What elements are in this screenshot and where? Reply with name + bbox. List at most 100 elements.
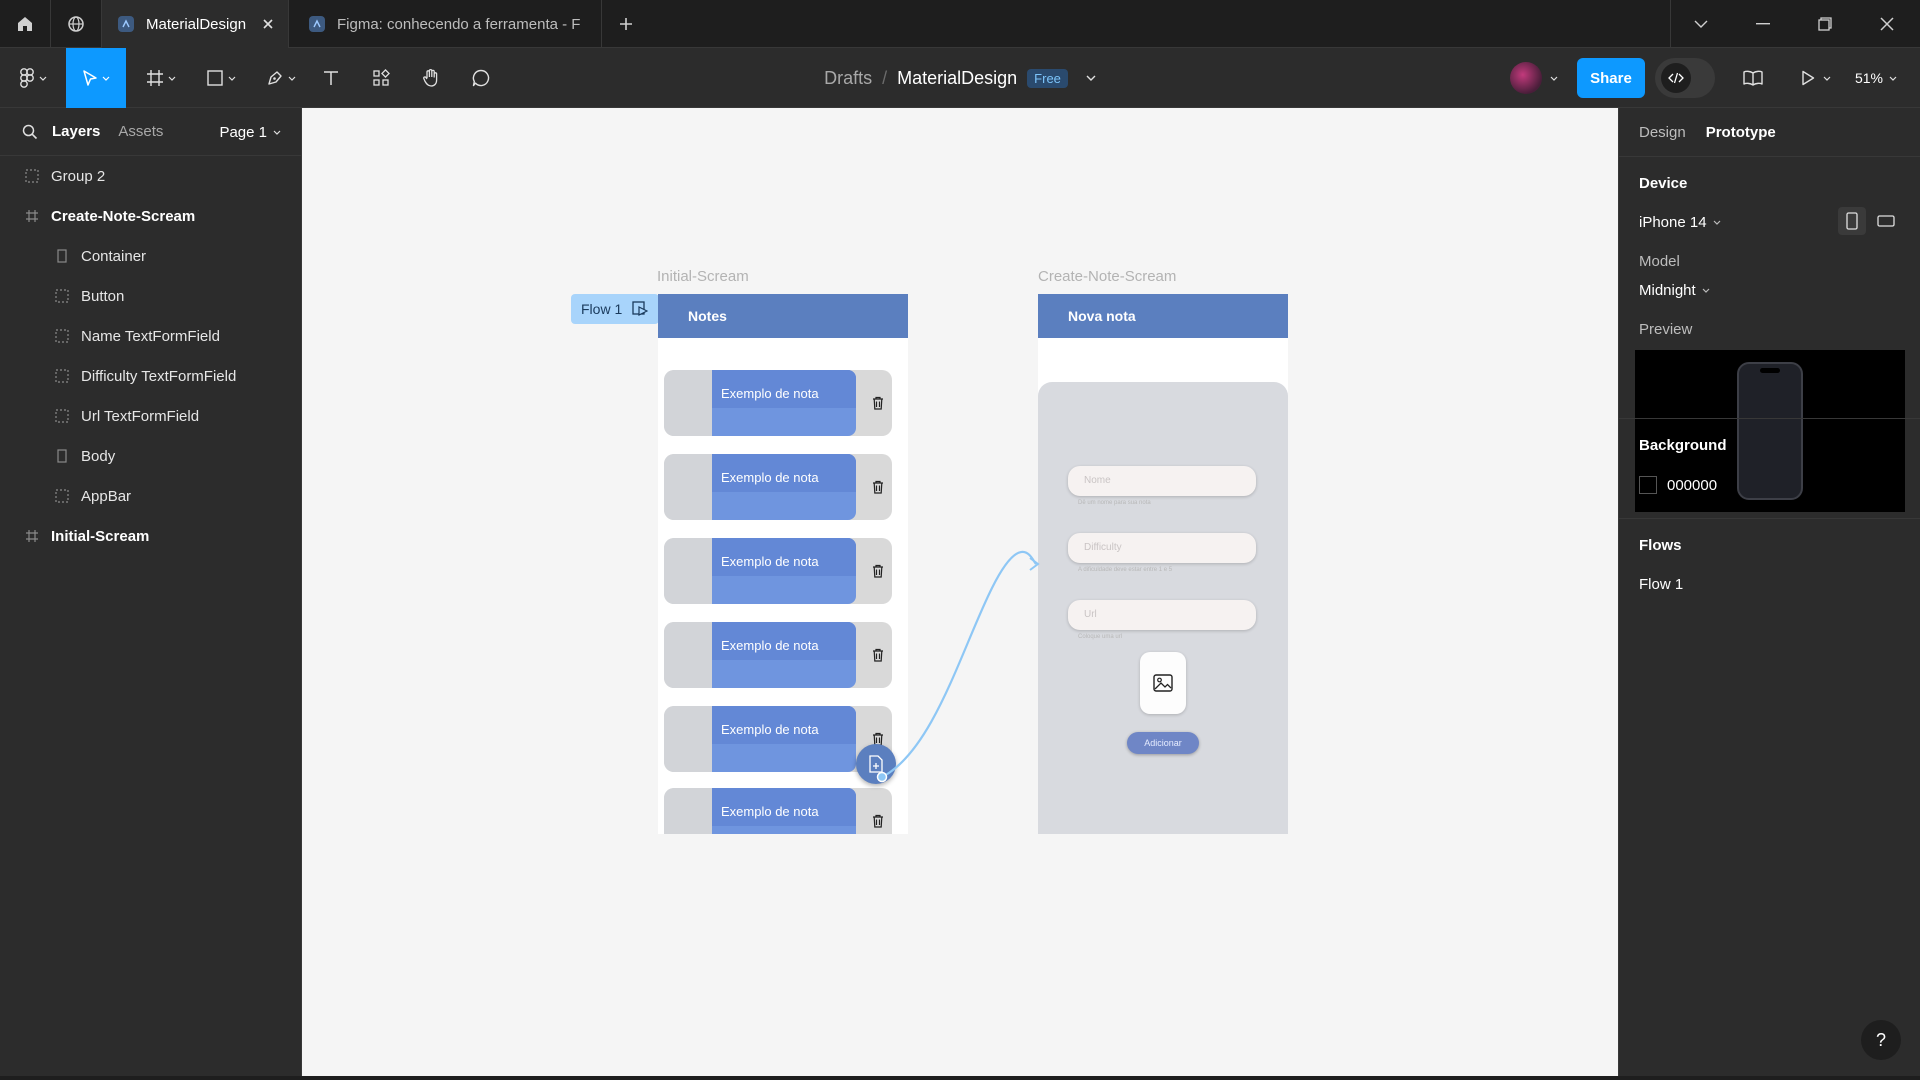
file-name[interactable]: MaterialDesign: [897, 68, 1017, 89]
toolbar: Drafts / MaterialDesign Free Share 51%: [0, 48, 1920, 108]
restore-icon: [1818, 17, 1832, 31]
chevron-down-icon: [1889, 76, 1897, 81]
portrait-icon: [1846, 212, 1858, 230]
tab-design[interactable]: Design: [1639, 124, 1686, 141]
close-icon: [1880, 17, 1894, 31]
group-icon: [54, 408, 70, 424]
cursor-icon: [83, 70, 97, 86]
plan-badge[interactable]: Free: [1027, 68, 1068, 88]
hand-icon: [423, 69, 438, 87]
device-section: Device iPhone 14 Model Midnight Preview: [1619, 156, 1920, 512]
chevron-down-icon: [228, 76, 236, 81]
code-icon: [1661, 63, 1691, 93]
layer-button[interactable]: Button: [0, 276, 301, 316]
flow-item[interactable]: Flow 1: [1639, 576, 1900, 593]
tab-assets[interactable]: Assets: [118, 123, 163, 140]
layer-url-textformfield[interactable]: Url TextFormField: [0, 396, 301, 436]
model-select[interactable]: Midnight: [1639, 282, 1900, 299]
components-icon: [373, 69, 390, 86]
restore-button[interactable]: [1794, 0, 1856, 48]
layer-appbar[interactable]: AppBar: [0, 476, 301, 516]
chevron-down-icon: [168, 76, 176, 81]
layer-difficulty-textformfield[interactable]: Difficulty TextFormField: [0, 356, 301, 396]
move-tool-button[interactable]: [66, 48, 126, 108]
figma-file-icon: [118, 16, 134, 32]
layer-body[interactable]: Body: [0, 436, 301, 476]
layers-panel-tabs: Layers Assets Page 1: [0, 108, 301, 156]
landscape-button[interactable]: [1872, 207, 1900, 235]
zoom-menu-button[interactable]: 51%: [1848, 48, 1904, 108]
chevron-down-icon: [273, 130, 281, 135]
tab-materialdesign[interactable]: MaterialDesign: [102, 0, 288, 48]
hand-tool-button[interactable]: [416, 48, 446, 108]
figma-file-icon: [309, 16, 325, 32]
plus-icon: [620, 18, 632, 30]
close-tab-button[interactable]: [262, 18, 274, 30]
model-label: Model: [1639, 253, 1680, 270]
layer-initial-scream[interactable]: Initial-Scream: [0, 516, 301, 556]
group-icon: [24, 168, 40, 184]
shape-tool-button[interactable]: [196, 48, 246, 108]
comment-tool-button[interactable]: [466, 48, 496, 108]
chevron-down-icon: [1694, 20, 1708, 28]
library-button[interactable]: [1738, 48, 1768, 108]
chevron-down-icon: [1823, 76, 1831, 81]
page-selector[interactable]: Page 1: [219, 108, 281, 156]
home-icon: [18, 17, 32, 31]
pen-icon: [268, 71, 282, 85]
tab-layers[interactable]: Layers: [52, 123, 100, 140]
prototype-connection[interactable]: [302, 108, 1618, 1080]
background-hex[interactable]: 000000: [1667, 477, 1717, 494]
tabs-dropdown-button[interactable]: [1670, 0, 1732, 48]
help-button[interactable]: ?: [1861, 1020, 1901, 1060]
close-window-button[interactable]: [1856, 0, 1918, 48]
layer-label: Initial-Scream: [51, 527, 150, 545]
multiplayer-button[interactable]: [1502, 48, 1566, 108]
rectangle-icon: [54, 448, 70, 464]
present-button[interactable]: [1796, 48, 1836, 108]
chevron-down-icon: [1086, 75, 1096, 81]
play-icon: [1802, 70, 1815, 86]
dev-mode-toggle[interactable]: [1655, 58, 1715, 98]
globe-icon: [68, 16, 84, 32]
chevron-down-icon: [288, 76, 296, 81]
layer-group-2[interactable]: Group 2: [0, 156, 301, 196]
text-tool-button[interactable]: [316, 48, 346, 108]
color-swatch[interactable]: [1639, 476, 1657, 494]
layer-label: Create-Note-Scream: [51, 207, 196, 225]
minimize-button[interactable]: [1732, 0, 1794, 48]
search-icon[interactable]: [22, 124, 38, 140]
design-canvas[interactable]: Initial-Scream Flow 1 Notes Exemplo de n…: [302, 108, 1618, 1080]
layer-container[interactable]: Container: [0, 236, 301, 276]
title-bar: MaterialDesign Figma: conhecendo a ferra…: [0, 0, 1920, 48]
avatar: [1510, 62, 1542, 94]
layer-create-note-scream[interactable]: Create-Note-Scream: [0, 196, 301, 236]
layer-name-textformfield[interactable]: Name TextFormField: [0, 316, 301, 356]
breadcrumb-drafts[interactable]: Drafts: [824, 68, 872, 89]
share-button[interactable]: Share: [1577, 58, 1645, 98]
landscape-icon: [1877, 215, 1895, 227]
tab-figma-conhecendo[interactable]: Figma: conhecendo a ferramenta - F: [289, 0, 601, 48]
community-button[interactable]: [51, 0, 101, 48]
page-label: Page 1: [219, 123, 267, 141]
pen-tool-button[interactable]: [256, 48, 306, 108]
background-color-field[interactable]: 000000: [1639, 476, 1900, 494]
layer-label: Difficulty TextFormField: [81, 367, 237, 385]
resources-tool-button[interactable]: [366, 48, 396, 108]
rectangle-icon: [54, 248, 70, 264]
tab-prototype[interactable]: Prototype: [1706, 124, 1776, 141]
layer-label: Button: [81, 287, 125, 305]
preview-label: Preview: [1639, 321, 1693, 338]
flows-heading: Flows: [1639, 537, 1682, 554]
group-icon: [54, 328, 70, 344]
book-icon: [1743, 70, 1763, 86]
file-menu-button[interactable]: [1086, 75, 1096, 81]
main-menu-button[interactable]: [8, 48, 58, 108]
frame-tool-button[interactable]: [136, 48, 186, 108]
home-button[interactable]: [0, 0, 50, 48]
new-tab-button[interactable]: [601, 0, 651, 48]
breadcrumb-separator: /: [882, 67, 888, 88]
portrait-button[interactable]: [1838, 207, 1866, 235]
rectangle-icon: [207, 70, 223, 86]
figma-logo-icon: [20, 68, 34, 88]
